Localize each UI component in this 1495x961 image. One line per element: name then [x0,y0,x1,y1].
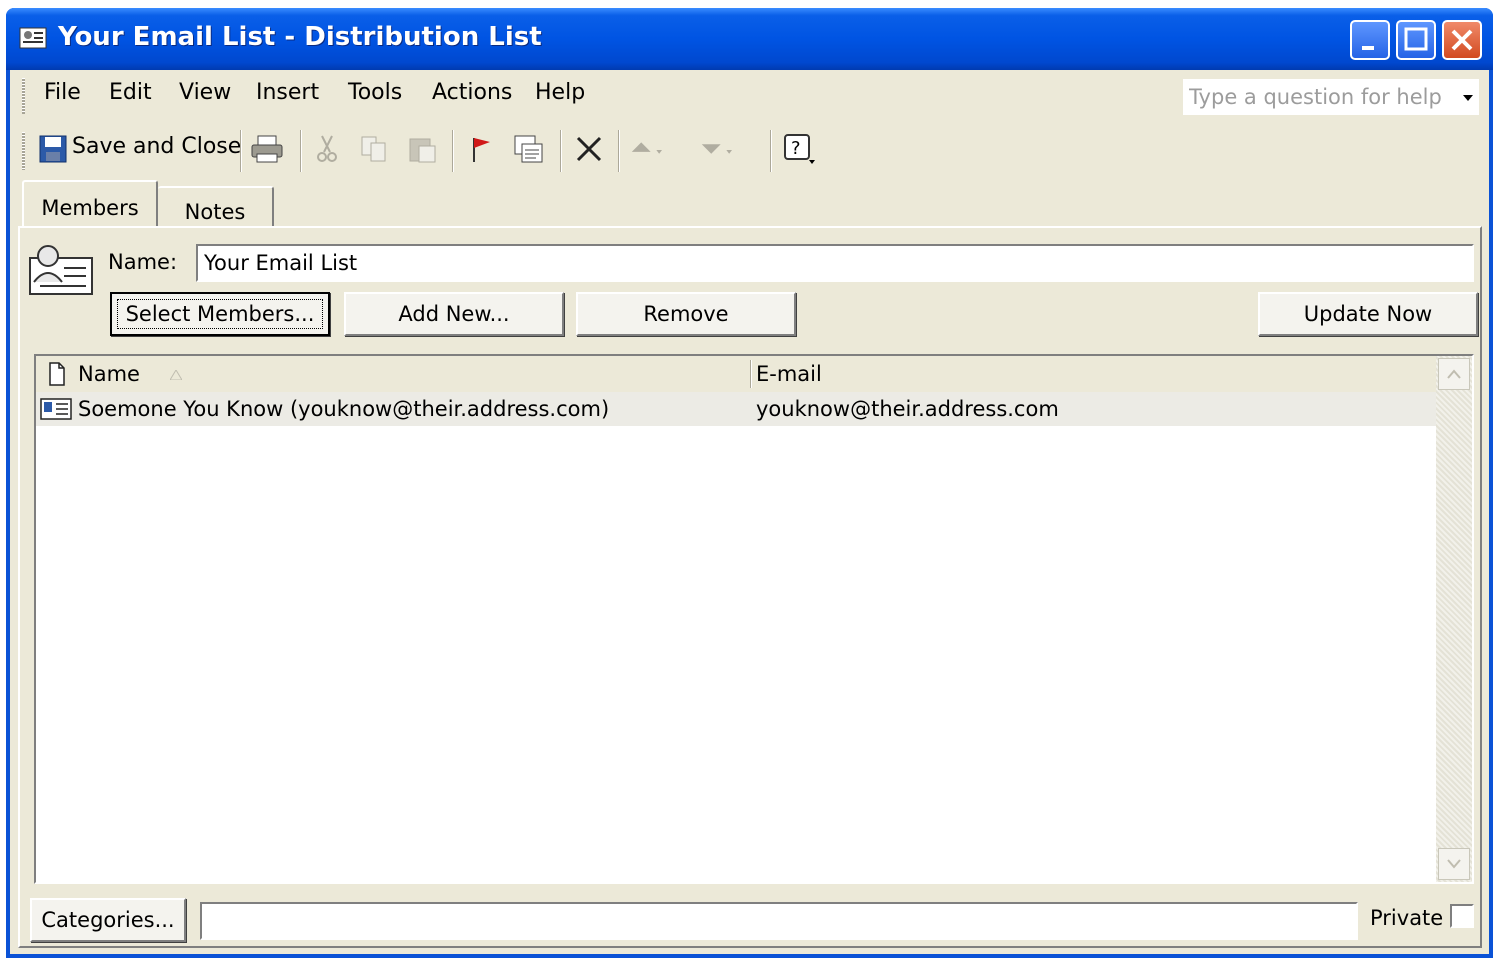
distribution-list-window: Your Email List - Distribution List File… [6,8,1493,958]
chevron-down-icon [1447,859,1461,869]
menu-insert[interactable]: Insert [256,80,319,105]
menu-help[interactable]: Help [535,80,585,105]
maximize-icon [1404,27,1428,51]
save-and-close-button[interactable] [36,132,70,166]
copy-button [358,132,392,166]
paste-button [406,132,440,166]
help-icon: ? [784,134,815,164]
cut-icon [317,135,337,162]
minimize-button[interactable] [1350,20,1390,60]
print-icon [251,135,283,163]
toolbar-separator [560,130,562,172]
member-name-cell: Soemone You Know (youknow@their.address.… [78,397,610,421]
private-label[interactable]: Private [1370,906,1443,930]
maximize-button[interactable] [1396,20,1436,60]
save-and-close-label[interactable]: Save and Close [72,134,241,159]
toolbar-separator [452,130,454,172]
next-item-icon [701,144,732,154]
print-button[interactable] [250,132,284,166]
close-button[interactable] [1442,20,1482,60]
menu-tools[interactable]: Tools [348,80,402,105]
add-new-button[interactable]: Add New... [344,292,564,336]
column-header-email[interactable]: E-mail [756,356,1436,391]
toolbar-grip[interactable] [22,132,25,170]
table-row[interactable]: Soemone You Know (youknow@their.address.… [36,392,1436,426]
distribution-list-icon [19,27,47,49]
cut-button [310,132,344,166]
minimize-icon [1362,46,1374,50]
chevron-down-icon[interactable] [1463,95,1473,101]
toolbar-separator [618,130,620,172]
address-card-icon [514,135,543,163]
delete-icon [576,136,602,162]
address-card-button[interactable] [512,132,546,166]
save-icon [39,135,67,163]
select-members-button[interactable]: Select Members... [110,292,330,336]
vertical-scrollbar[interactable] [1436,356,1472,882]
name-field[interactable] [196,244,1474,282]
chevron-up-icon [1447,369,1461,379]
tab-notes[interactable]: Notes [158,186,274,228]
window-client-area: File Edit View Insert Tools Actions Help [10,70,1489,954]
remove-button[interactable]: Remove [576,292,796,336]
contact-card-icon [40,398,72,420]
title-bar[interactable]: Your Email List - Distribution List [6,8,1493,70]
help-question-input[interactable] [1189,83,1451,111]
sort-ascending-icon [170,370,182,380]
flag-icon [473,138,490,162]
copy-icon [361,136,386,162]
close-icon [1451,29,1473,51]
scroll-down-button[interactable] [1438,848,1470,880]
scroll-up-button[interactable] [1438,358,1470,390]
list-header: Name E-mail [36,356,1436,393]
menu-edit[interactable]: Edit [109,80,152,105]
categories-button[interactable]: Categories... [30,898,186,942]
next-item-button [698,132,732,166]
svg-text:?: ? [791,138,801,159]
column-header-name[interactable]: Name [78,356,758,391]
private-checkbox[interactable] [1450,904,1474,928]
delete-button[interactable] [572,132,606,166]
column-separator[interactable] [750,360,752,388]
toolbar-separator [300,130,302,172]
previous-item-button [628,132,662,166]
toolbar-separator [240,130,242,172]
menu-view[interactable]: View [179,80,231,105]
document-icon [49,362,65,386]
follow-up-flag-button[interactable] [464,132,498,166]
tab-members[interactable]: Members [22,180,158,226]
paste-icon [409,138,436,163]
standard-toolbar: Save and Close ? [10,122,850,178]
menu-bar: File Edit View Insert Tools Actions Help [10,70,1489,120]
help-question-box[interactable] [1182,78,1480,116]
menubar-grip[interactable] [22,78,25,114]
name-label: Name: [108,250,178,274]
toolbar-separator [770,130,772,172]
menu-actions[interactable]: Actions [432,80,512,105]
categories-field[interactable] [200,902,1358,940]
help-button[interactable]: ? [782,132,816,166]
member-email-cell: youknow@their.address.com [756,397,1059,421]
distribution-list-large-icon [29,245,93,295]
members-list[interactable]: Name E-mail Soemone You Know (youknow@th… [34,354,1474,884]
update-now-button[interactable]: Update Now [1258,292,1478,336]
window-title: Your Email List - Distribution List [58,22,542,52]
menu-file[interactable]: File [44,80,81,105]
previous-item-icon [631,142,662,154]
